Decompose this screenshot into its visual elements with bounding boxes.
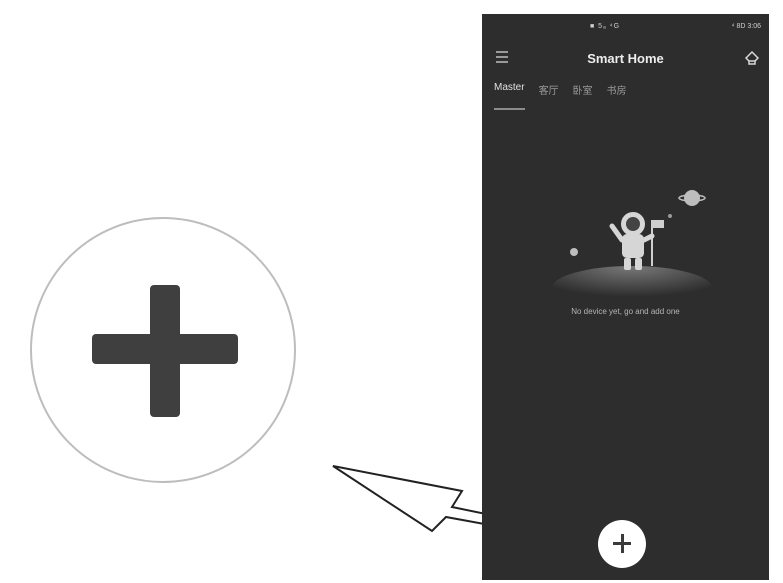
room-tabs: Master 客厅 卧室 书房	[494, 82, 627, 122]
tab-room-3[interactable]: 卧室	[573, 82, 593, 112]
empty-state-astronaut-illustration	[552, 190, 712, 304]
tab-room-4[interactable]: 书房	[607, 82, 627, 112]
status-indicators: ■ 5ₐ ⁴G	[590, 23, 621, 30]
tab-room-2[interactable]: 客厅	[539, 82, 559, 112]
magnified-add-callout	[30, 217, 296, 483]
home-icon[interactable]	[743, 49, 761, 67]
phone-screen: ■ 5ₐ ⁴G ⁴ 8D 3:06 Smart Home Master 客厅 卧…	[482, 14, 769, 580]
plus-icon-vertical	[620, 534, 624, 553]
app-header: Smart Home	[482, 44, 769, 72]
add-device-button[interactable]	[598, 520, 646, 568]
status-bar: ■ 5ₐ ⁴G ⁴ 8D 3:06	[482, 14, 769, 40]
status-battery-time: ⁴ 8D 3:06	[731, 23, 761, 30]
empty-state-message: No device yet, go and add one	[571, 307, 680, 316]
magnified-plus-icon-vertical	[150, 285, 180, 417]
page-title: Smart Home	[587, 51, 664, 66]
tab-master[interactable]: Master	[494, 82, 525, 112]
instruction-figure: ■ 5ₐ ⁴G ⁴ 8D 3:06 Smart Home Master 客厅 卧…	[0, 0, 783, 583]
